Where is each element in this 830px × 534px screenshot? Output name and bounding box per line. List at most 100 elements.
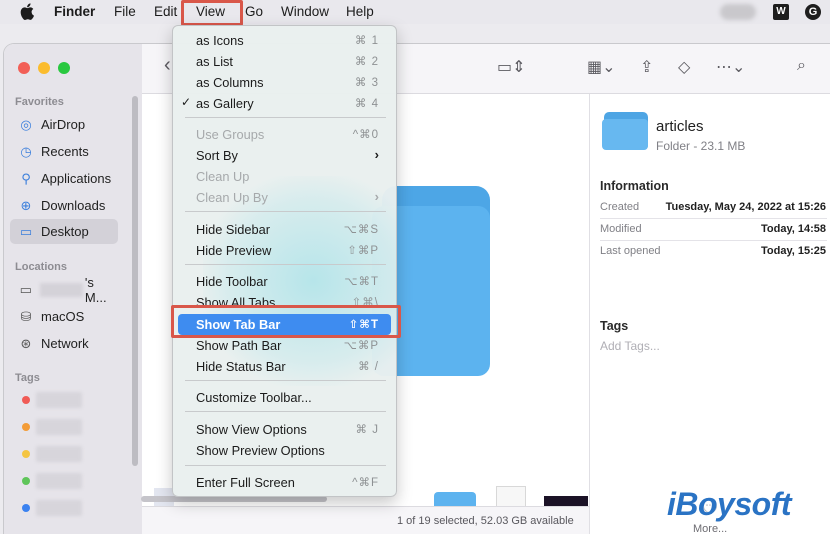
tag-color-dot[interactable] [22,423,30,431]
menu-item-hide-status-bar[interactable]: Hide Status Bar ⌘ / [178,356,391,377]
menu-item-as-columns[interactable]: as Columns ⌘ 3 [178,72,391,93]
menu-item-label: Enter Full Screen [196,475,295,490]
menu-item-enter-full-screen[interactable]: Enter Full Screen ^⌘F [178,472,391,493]
more-button[interactable]: More... [693,523,727,534]
menu-item-label: Clean Up [196,169,250,184]
blurred-tag-label[interactable] [36,419,82,435]
sidebar-item-airdrop[interactable]: ◎ AirDrop [10,112,118,137]
finder-window: Favorites ◎ AirDrop ◷ Recents ⚲ Applicat… [4,44,830,534]
menu-item-show-preview-options[interactable]: Show Preview Options [178,440,391,461]
shortcut: ⌥⌘S [343,224,379,236]
globe-icon: ⊛ [20,335,32,351]
menu-item-label: Use Groups [196,127,265,142]
menu-separator [185,465,386,466]
divider [600,240,827,241]
sidebar-item-label: 's M... [84,274,107,305]
sidebar-item-label: AirDrop [41,117,86,132]
menu-item-use-groups: Use Groups ^⌘0 [178,124,391,145]
menu-item-hide-sidebar[interactable]: Hide Sidebar ⌥⌘S [178,219,391,240]
shortcut: ⌘ 1 [354,35,379,47]
sidebar-item-network[interactable]: ⊛ Network [10,331,118,356]
menu-separator [185,380,386,381]
last-opened-value: Today, 15:25 [760,245,826,257]
menu-item-hide-preview[interactable]: Hide Preview ⇧⌘P [178,240,391,261]
divider [600,218,827,219]
menu-item-label: as Icons [196,33,244,48]
sidebar-header-locations: Locations [15,261,67,273]
sidebar-scrollbar[interactable] [132,96,138,466]
blurred-name [40,282,83,297]
blurred-tag-label[interactable] [36,392,82,408]
add-tags-field[interactable]: Add Tags... [600,339,660,353]
sidebar-item-desktop[interactable]: ▭ Desktop [10,219,118,244]
close-window-button[interactable] [18,62,30,74]
shortcut: ⇧⌘P [347,245,379,257]
shortcut: ⌘ J [355,424,379,436]
back-chevron-icon[interactable]: ‹ [164,54,171,77]
group-icon[interactable]: ▦⌄ [587,57,616,77]
sidebar-item-label: Downloads [41,198,106,213]
menu-item-sort-by[interactable]: Sort By › [178,145,391,166]
menu-item-show-path-bar[interactable]: Show Path Bar ⌥⌘P [178,335,391,356]
menu-item-as-icons[interactable]: as Icons ⌘ 1 [178,30,391,51]
menu-separator [185,211,386,212]
shortcut: ⌘ / [358,361,379,373]
clock-icon: ◷ [20,143,32,159]
menu-edit[interactable]: Edit [154,4,177,19]
tag-icon[interactable]: ◇ [678,57,690,77]
folder-icon-front [602,119,648,150]
menu-file[interactable]: File [114,4,136,19]
sidebar: Favorites ◎ AirDrop ◷ Recents ⚲ Applicat… [4,44,142,534]
sidebar-item-recents[interactable]: ◷ Recents [10,139,118,164]
grammarly-icon[interactable]: G [805,4,821,20]
tag-color-dot[interactable] [22,396,30,404]
shortcut: ⌘ 4 [354,98,379,110]
tag-color-dot[interactable] [22,477,30,485]
menu-item-label: Sort By [196,148,238,163]
tag-color-dot[interactable] [22,504,30,512]
shortcut: ⌥⌘T [344,276,379,288]
modified-value: Today, 14:58 [760,223,826,235]
menu-go[interactable]: Go [245,4,263,19]
shortcut: ^⌘F [352,477,379,489]
view-mode-icon[interactable]: ▭⇕ [497,57,526,77]
checkmark-icon: ✓ [181,95,192,109]
menu-help[interactable]: Help [346,4,374,19]
sidebar-item-downloads[interactable]: ⊕ Downloads [10,193,118,218]
menu-item-label: Show Path Bar [196,338,282,353]
menu-finder[interactable]: Finder [54,4,95,19]
blurred-tag-label[interactable] [36,500,82,516]
minimize-window-button[interactable] [38,62,50,74]
created-key: Created [600,201,640,213]
share-icon[interactable]: ⇪ [640,57,653,77]
shortcut: ⌥⌘P [343,340,379,352]
menu-item-show-view-options[interactable]: Show View Options ⌘ J [178,419,391,440]
zoom-window-button[interactable] [58,62,70,74]
sidebar-item-macbook[interactable]: ▭ 's M... [10,274,118,305]
tags-header: Tags [600,319,629,333]
download-icon: ⊕ [20,197,32,213]
apple-logo-icon[interactable] [20,3,34,20]
menu-item-as-list[interactable]: as List ⌘ 2 [178,51,391,72]
menu-window[interactable]: Window [281,4,329,19]
applications-icon: ⚲ [21,170,31,186]
menu-item-as-gallery[interactable]: ✓ as Gallery ⌘ 4 [178,93,391,114]
search-icon[interactable]: ⌕ [797,57,806,75]
sidebar-item-label: Desktop [41,224,89,239]
tag-color-dot[interactable] [22,450,30,458]
menu-item-customize-toolbar[interactable]: Customize Toolbar... [178,387,391,408]
preview-inspector: articles Folder - 23.1 MB Information Cr… [589,94,830,534]
last-opened-key: Last opened [600,245,661,257]
sidebar-item-applications[interactable]: ⚲ Applications [10,166,118,191]
wps-icon[interactable]: W [773,4,789,20]
blurred-status-item [720,4,756,20]
menu-item-label: Clean Up By [196,190,268,205]
menu-separator [185,117,386,118]
sidebar-item-macos[interactable]: ⛁ macOS [10,304,118,329]
menu-item-hide-toolbar[interactable]: Hide Toolbar ⌥⌘T [178,271,391,292]
shortcut: ^⌘0 [352,129,379,141]
blurred-tag-label[interactable] [36,473,82,489]
blurred-tag-label[interactable] [36,446,82,462]
more-actions-icon[interactable]: ⋯⌄ [716,57,745,77]
shortcut: ⌘ 2 [354,56,379,68]
